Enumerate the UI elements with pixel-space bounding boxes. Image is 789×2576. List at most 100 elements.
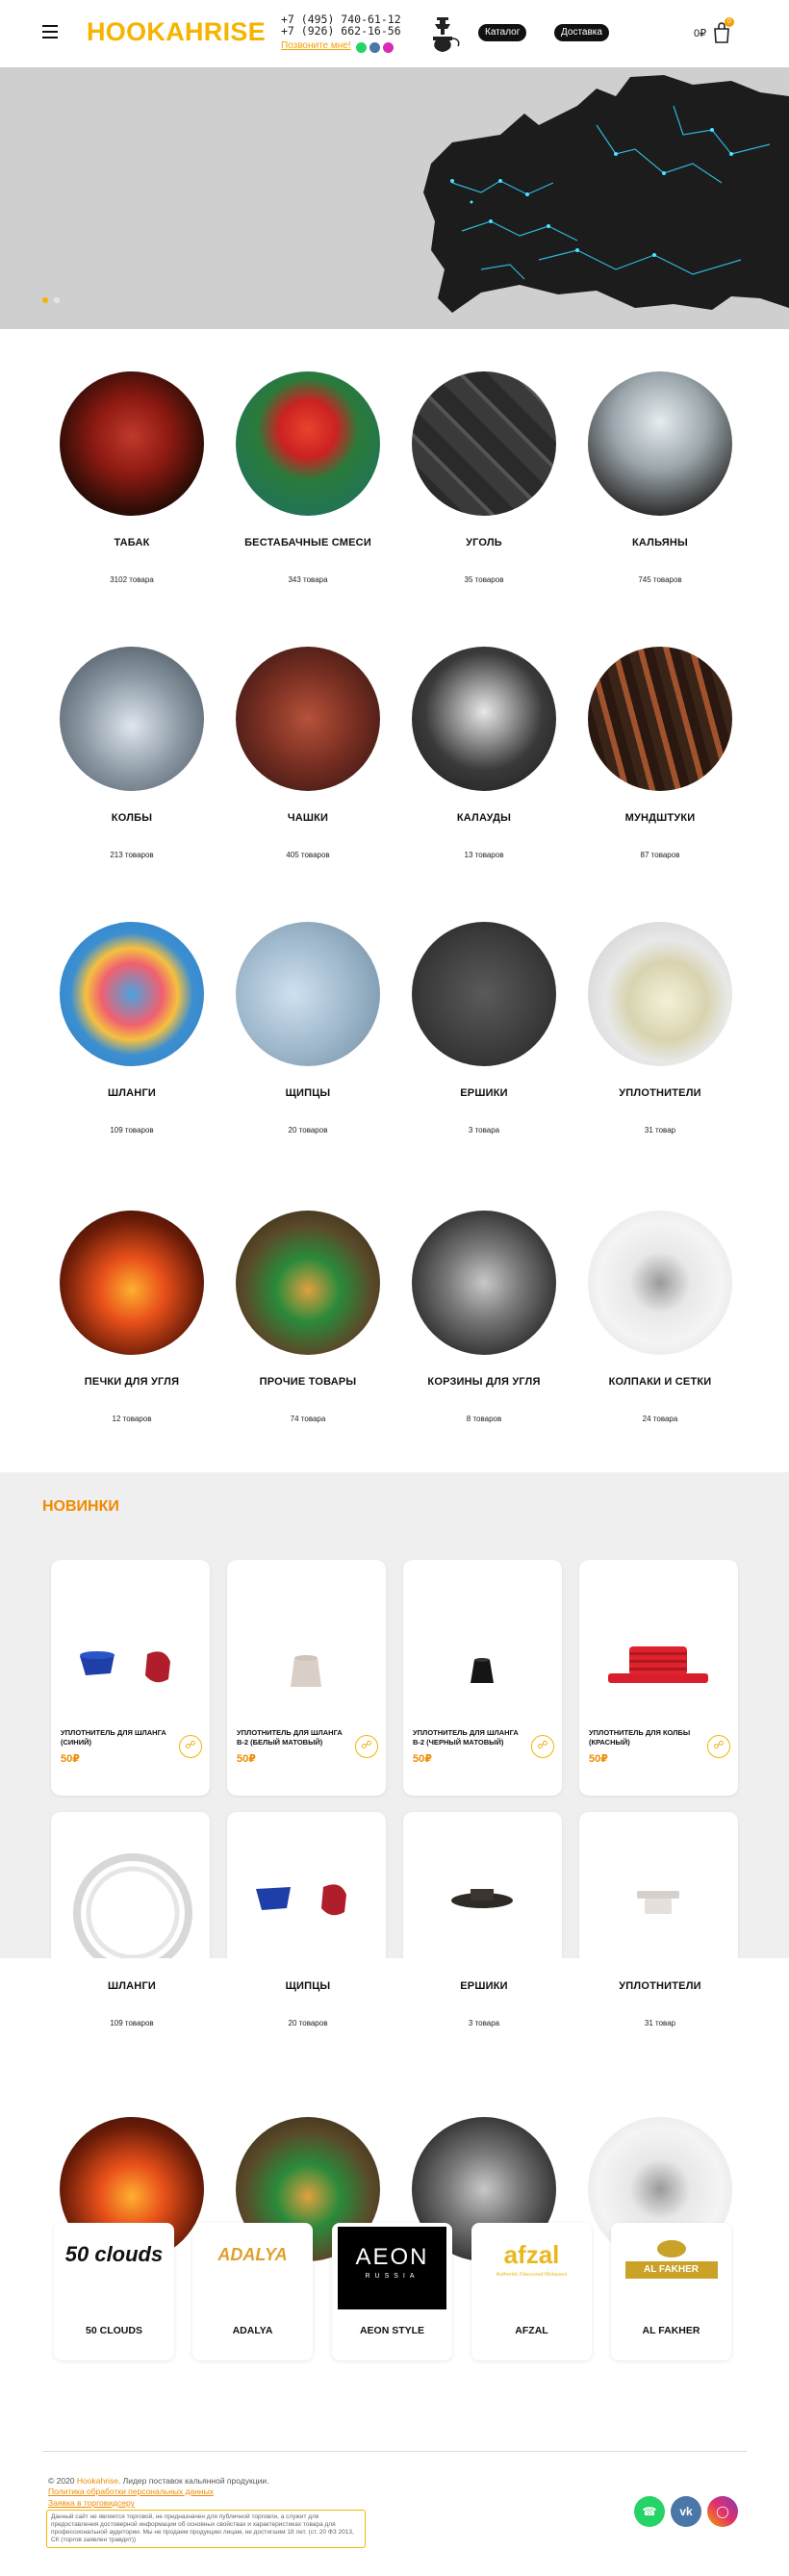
cart-basket-icon[interactable]: ☍ bbox=[707, 1735, 730, 1758]
product-price: 50₽ bbox=[589, 1753, 608, 1765]
category-count: 213 товаров bbox=[110, 851, 154, 859]
category-name: КОЛБЫ bbox=[111, 812, 153, 824]
category-tobacco[interactable]: ТАБАК 3102 товара bbox=[45, 371, 218, 584]
category-name: ПРОЧИЕ ТОВАРЫ bbox=[259, 1376, 357, 1388]
telegram-small-icon[interactable] bbox=[369, 42, 380, 53]
brand-logo-sub: Authentic Flavoured Molasses bbox=[496, 2272, 568, 2278]
category-name: УГОЛЬ bbox=[466, 537, 502, 548]
brand-card-alfakher[interactable]: AL FAKHER AL FAKHER bbox=[611, 2223, 731, 2360]
category-kalauds[interactable]: КАЛАУДЫ 13 товаров bbox=[397, 647, 571, 859]
category-count: 20 товаров bbox=[288, 1126, 328, 1135]
brand-card-50clouds[interactable]: 50 clouds 50 CLOUDS bbox=[54, 2223, 174, 2360]
brand-card-aeon[interactable]: AEON RUSSIA AEON STYLE bbox=[332, 2223, 452, 2360]
vk-icon[interactable]: vk bbox=[671, 2496, 701, 2527]
category-seals[interactable]: УПЛОТНИТЕЛИ 31 товар bbox=[573, 922, 747, 1135]
brand-card-adalya[interactable]: ADALYA ADALYA bbox=[192, 2223, 313, 2360]
product-image bbox=[80, 1651, 170, 1683]
product-name[interactable]: УПЛОТНИТЕЛЬ ДЛЯ ШЛАНГА (СИНИЙ) bbox=[61, 1728, 176, 1747]
brand-name: 50 CLOUDS bbox=[86, 2325, 142, 2336]
brand-card-afzal[interactable]: afzal Authentic Flavoured Molasses AFZAL bbox=[471, 2223, 592, 2360]
brand-logo-sub: RUSSIA bbox=[365, 2273, 420, 2280]
category-coal-baskets[interactable]: КОРЗИНЫ ДЛЯ УГЛЯ 8 товаров bbox=[397, 1211, 571, 1423]
category-name: КОРЗИНЫ ДЛЯ УГЛЯ bbox=[427, 1376, 541, 1388]
product-name[interactable]: УПЛОТНИТЕЛЬ ДЛЯ ШЛАНГА В-2 (БЕЛЫЙ МАТОВЫ… bbox=[237, 1728, 352, 1747]
product-card[interactable] bbox=[403, 1812, 562, 1966]
whatsapp-icon[interactable]: ☎ bbox=[634, 2496, 665, 2527]
site-logo[interactable]: HOOKAHRISE bbox=[87, 17, 266, 47]
category-tongs[interactable]: ЩИПЦЫ 20 товаров bbox=[221, 922, 394, 1135]
category-herbal-mixes[interactable]: БЕСТАБАЧНЫЕ СМЕСИ 343 товара bbox=[221, 371, 394, 584]
product-card[interactable]: УПЛОТНИТЕЛЬ ДЛЯ ШЛАНГА В-2 (ЧЕРНЫЙ МАТОВ… bbox=[403, 1560, 562, 1796]
privacy-policy-link[interactable]: Политика обработки персональных данных bbox=[48, 2487, 214, 2496]
copyright-text: . Лидер поставок кальянной продукции. bbox=[117, 2476, 269, 2486]
cart-count-badge: 0 bbox=[725, 17, 734, 27]
category-bowls-glass[interactable]: КОЛБЫ 213 товаров bbox=[45, 647, 218, 859]
category-tongs-repeat[interactable]: ЩИПЦЫ 20 товаров bbox=[221, 1980, 394, 2028]
product-card[interactable]: УПЛОТНИТЕЛЬ ДЛЯ ШЛАНГА В-2 (БЕЛЫЙ МАТОВЫ… bbox=[227, 1560, 386, 1796]
cart-basket-icon[interactable]: ☍ bbox=[179, 1735, 202, 1758]
category-image bbox=[588, 1211, 732, 1355]
category-count: 3102 товара bbox=[110, 575, 154, 584]
category-brushes-repeat[interactable]: ЕРШИКИ 3 товара bbox=[397, 1980, 571, 2028]
brand-logo: afzal Authentic Flavoured Molasses bbox=[477, 2227, 586, 2313]
category-seals-repeat[interactable]: УПЛОТНИТЕЛИ 31 товар bbox=[573, 1980, 747, 2028]
cart-basket-icon[interactable]: ☍ bbox=[531, 1735, 554, 1758]
category-count: 13 товаров bbox=[464, 851, 504, 859]
product-name[interactable]: УПЛОТНИТЕЛЬ ДЛЯ КОЛБЫ (КРАСНЫЙ) bbox=[589, 1728, 704, 1747]
category-coal[interactable]: УГОЛЬ 35 товаров bbox=[397, 371, 571, 584]
instagram-icon[interactable]: ◯ bbox=[707, 2496, 738, 2527]
instagram-small-icon[interactable] bbox=[383, 42, 394, 53]
category-name: УПЛОТНИТЕЛИ bbox=[619, 1980, 701, 1992]
category-mouthpieces[interactable]: МУНДШТУКИ 87 товаров bbox=[573, 647, 747, 859]
product-card[interactable]: УПЛОТНИТЕЛЬ ДЛЯ ШЛАНГА (СИНИЙ) 50₽ ☍ bbox=[51, 1560, 210, 1796]
category-count: 109 товаров bbox=[110, 2019, 154, 2028]
category-count: 12 товаров bbox=[112, 1415, 152, 1423]
menu-burger-icon[interactable] bbox=[42, 25, 58, 38]
slider-dot[interactable] bbox=[54, 297, 60, 303]
category-count: 31 товар bbox=[644, 2019, 676, 2028]
category-count: 87 товаров bbox=[640, 851, 680, 859]
category-image bbox=[412, 922, 556, 1066]
category-coal-heaters[interactable]: ПЕЧКИ ДЛЯ УГЛЯ 12 товаров bbox=[45, 1211, 218, 1423]
product-price: 50₽ bbox=[413, 1753, 432, 1765]
category-name: ШЛАНГИ bbox=[107, 1087, 156, 1099]
product-name[interactable]: УПЛОТНИТЕЛЬ ДЛЯ ШЛАНГА В-2 (ЧЕРНЫЙ МАТОВ… bbox=[413, 1728, 528, 1747]
callback-link[interactable]: Позвоните мне! bbox=[281, 40, 351, 51]
category-count: 343 товара bbox=[288, 575, 328, 584]
footer-divider bbox=[42, 2451, 747, 2452]
product-card[interactable] bbox=[227, 1812, 386, 1966]
product-image bbox=[73, 1853, 192, 1966]
copyright-year: © 2020 bbox=[48, 2476, 75, 2486]
hero-banner[interactable] bbox=[0, 67, 789, 329]
category-image bbox=[588, 922, 732, 1066]
product-card[interactable] bbox=[51, 1812, 210, 1966]
product-card[interactable]: УПЛОТНИТЕЛЬ ДЛЯ КОЛБЫ (КРАСНЫЙ) 50₽ ☍ bbox=[579, 1560, 738, 1796]
category-name: КАЛАУДЫ bbox=[456, 812, 512, 824]
category-hoses-repeat[interactable]: ШЛАНГИ 109 товаров bbox=[45, 1980, 218, 2028]
phone-2[interactable]: +7 (926) 662-16-56 bbox=[281, 25, 401, 37]
wholesale-request-link[interactable]: Заявка в торговидсеру bbox=[48, 2498, 135, 2508]
category-other[interactable]: ПРОЧИЕ ТОВАРЫ 74 товара bbox=[221, 1211, 394, 1423]
catalog-button[interactable]: Каталог bbox=[478, 24, 527, 41]
brand-name: AFZAL bbox=[515, 2325, 548, 2336]
category-image bbox=[588, 371, 732, 516]
product-card[interactable] bbox=[579, 1812, 738, 1966]
category-name: МУНДШТУКИ bbox=[624, 812, 696, 824]
cart-basket-icon[interactable]: ☍ bbox=[355, 1735, 378, 1758]
brand-logo-text: AEON bbox=[355, 2244, 429, 2270]
category-image bbox=[236, 1211, 380, 1355]
copyright-brand[interactable]: Hookahrise bbox=[77, 2476, 118, 2486]
category-brushes[interactable]: ЕРШИКИ 3 товара bbox=[397, 922, 571, 1135]
delivery-button[interactable]: Доставка bbox=[554, 24, 609, 41]
category-hookahs[interactable]: КАЛЬЯНЫ 745 товаров bbox=[573, 371, 747, 584]
category-name: ЕРШИКИ bbox=[460, 1087, 508, 1099]
category-cups[interactable]: ЧАШКИ 405 товаров bbox=[221, 647, 394, 859]
category-hoses[interactable]: ШЛАНГИ 109 товаров bbox=[45, 922, 218, 1135]
whatsapp-small-icon[interactable] bbox=[356, 42, 367, 53]
category-count: 20 товаров bbox=[288, 2019, 328, 2028]
brand-logo: ADALYA bbox=[217, 2245, 288, 2264]
category-caps[interactable]: КОЛПАКИ И СЕТКИ 24 товара bbox=[573, 1211, 747, 1423]
slider-dot-active[interactable] bbox=[42, 297, 48, 303]
category-name: ШЛАНГИ bbox=[107, 1980, 156, 1992]
category-name: ЩИПЦЫ bbox=[285, 1980, 331, 1992]
